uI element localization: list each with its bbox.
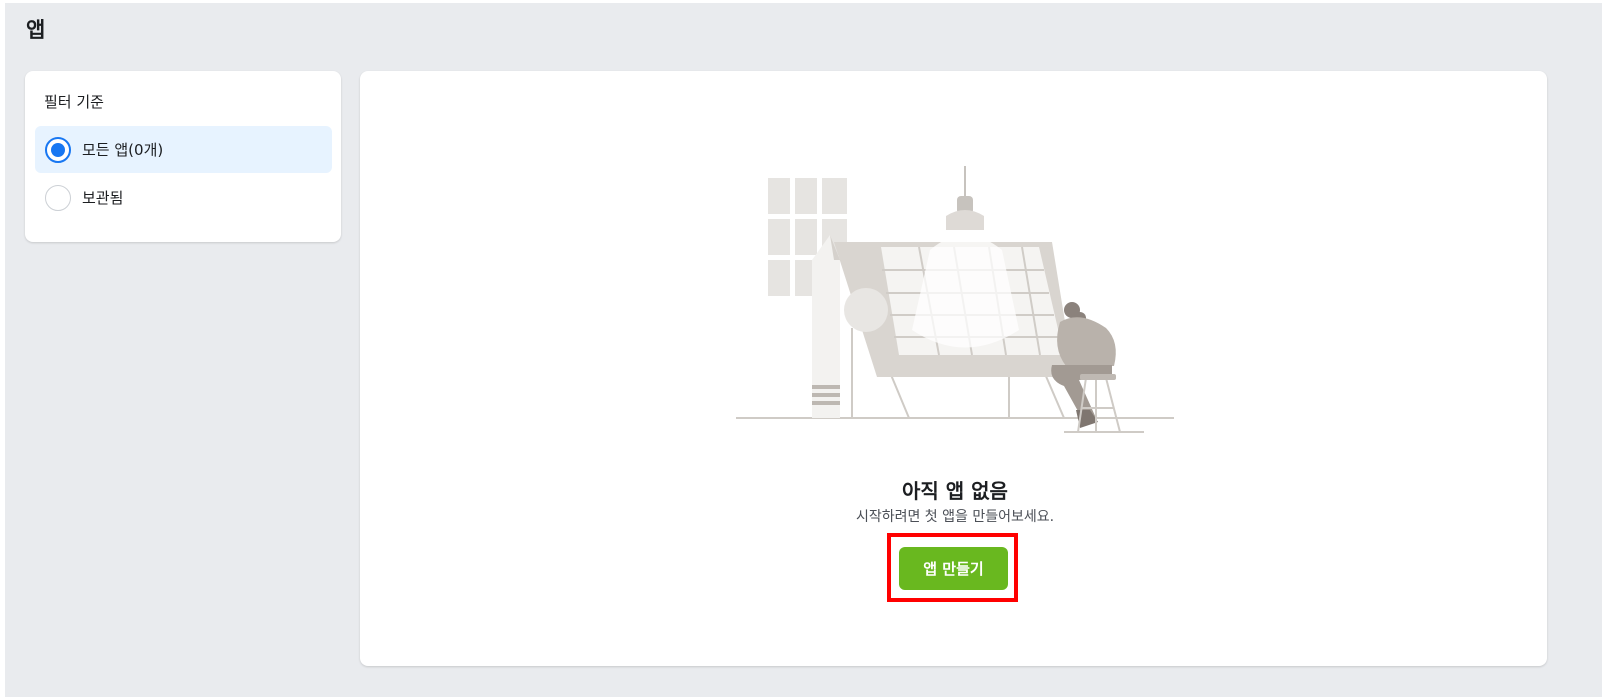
- left-edge: [0, 0, 5, 697]
- page-title: 앱: [26, 18, 46, 42]
- top-edge: [0, 0, 1602, 3]
- filter-option-all-apps[interactable]: 모든 앱(0개): [35, 126, 332, 173]
- radio-dot: [51, 142, 65, 157]
- lightbulb-drafting-illustration-icon: [736, 166, 1174, 433]
- filter-option-archived[interactable]: 보관됨: [35, 174, 332, 221]
- filter-panel: 필터 기준 모든 앱(0개) 보관됨: [25, 71, 341, 242]
- filter-heading: 필터 기준: [44, 93, 104, 111]
- empty-state-subtitle: 시작하려면 첫 앱을 만들어보세요.: [855, 509, 1055, 525]
- filter-option-label: 모든 앱(0개): [82, 141, 164, 159]
- create-app-button[interactable]: 앱 만들기: [899, 547, 1008, 590]
- empty-state-title: 아직 앱 없음: [902, 479, 1008, 503]
- filter-option-label: 보관됨: [82, 189, 124, 207]
- radio-unselected-icon[interactable]: [45, 184, 71, 211]
- radio-selected-icon[interactable]: [45, 136, 71, 163]
